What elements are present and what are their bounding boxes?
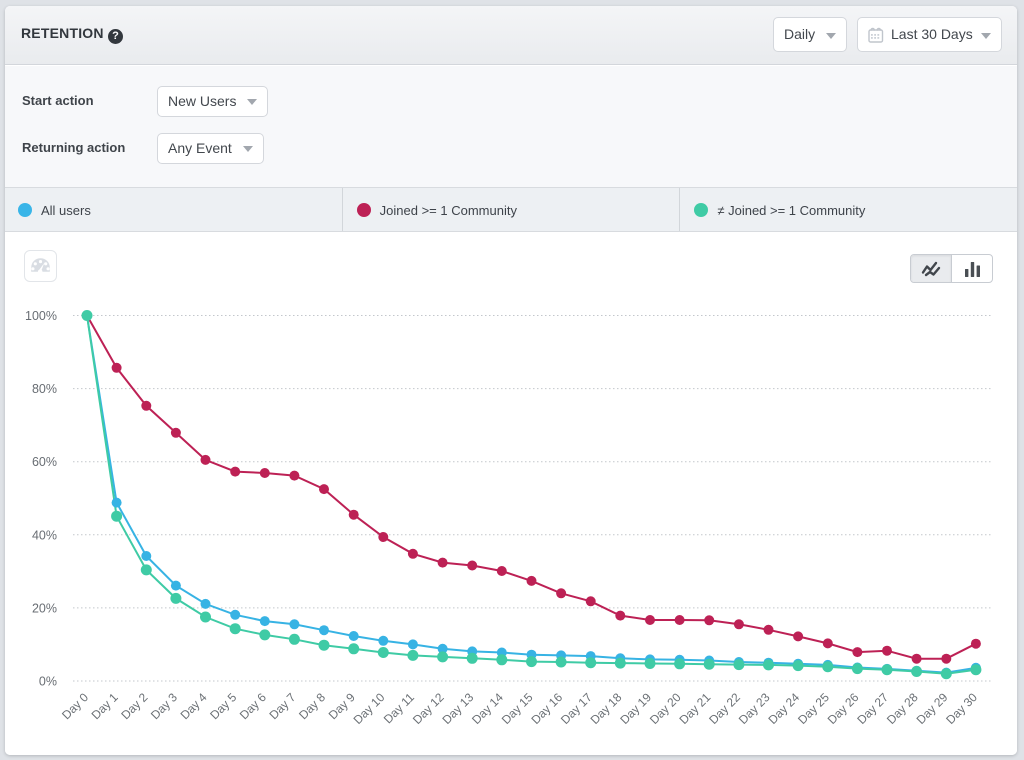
svg-text:Day 26: Day 26 [825,690,862,727]
svg-text:Day 22: Day 22 [706,690,743,727]
svg-text:20%: 20% [32,601,57,615]
svg-text:Day 3: Day 3 [148,690,180,722]
svg-text:Day 19: Day 19 [617,690,654,727]
svg-text:Day 0: Day 0 [59,690,91,722]
svg-text:Day 2: Day 2 [118,690,150,722]
svg-text:Day 24: Day 24 [765,690,802,727]
svg-text:Day 21: Day 21 [677,690,714,727]
svg-text:Day 29: Day 29 [914,690,951,727]
svg-text:100%: 100% [25,309,57,323]
svg-text:60%: 60% [32,455,57,469]
svg-text:Day 27: Day 27 [854,690,891,727]
svg-text:40%: 40% [32,528,57,542]
svg-text:0%: 0% [39,675,57,689]
svg-text:Day 14: Day 14 [469,690,506,727]
svg-text:Day 28: Day 28 [884,690,921,727]
svg-text:Day 20: Day 20 [647,690,684,727]
svg-text:80%: 80% [32,382,57,396]
svg-text:Day 30: Day 30 [943,690,980,727]
svg-text:Day 5: Day 5 [207,690,239,722]
svg-text:Day 10: Day 10 [351,690,388,727]
svg-text:Day 17: Day 17 [558,690,595,727]
svg-text:Day 25: Day 25 [795,690,832,727]
svg-text:Day 11: Day 11 [381,690,417,726]
svg-text:Day 8: Day 8 [296,690,328,722]
svg-text:Day 13: Day 13 [440,690,477,727]
svg-text:Day 7: Day 7 [266,690,298,722]
svg-text:Day 4: Day 4 [178,690,210,722]
svg-text:Day 6: Day 6 [237,690,269,722]
svg-text:Day 16: Day 16 [528,690,565,727]
svg-text:Day 15: Day 15 [499,690,536,727]
svg-text:Day 18: Day 18 [588,690,625,727]
svg-text:Day 1: Day 1 [89,690,121,722]
svg-text:Day 23: Day 23 [736,690,773,727]
svg-text:Day 12: Day 12 [410,690,447,727]
